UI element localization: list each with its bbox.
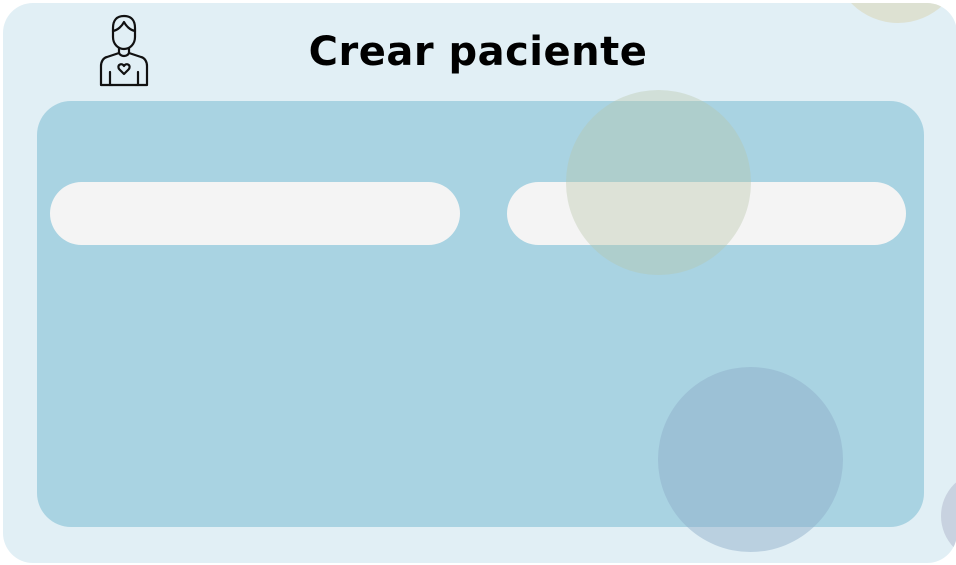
- decorative-circle: [941, 471, 956, 561]
- patient-field-2[interactable]: [507, 182, 906, 245]
- patient-field-1[interactable]: [50, 182, 460, 245]
- patient-form-panel: [37, 101, 924, 527]
- decorative-circle: [833, 3, 956, 23]
- page-title: Crear paciente: [308, 29, 648, 75]
